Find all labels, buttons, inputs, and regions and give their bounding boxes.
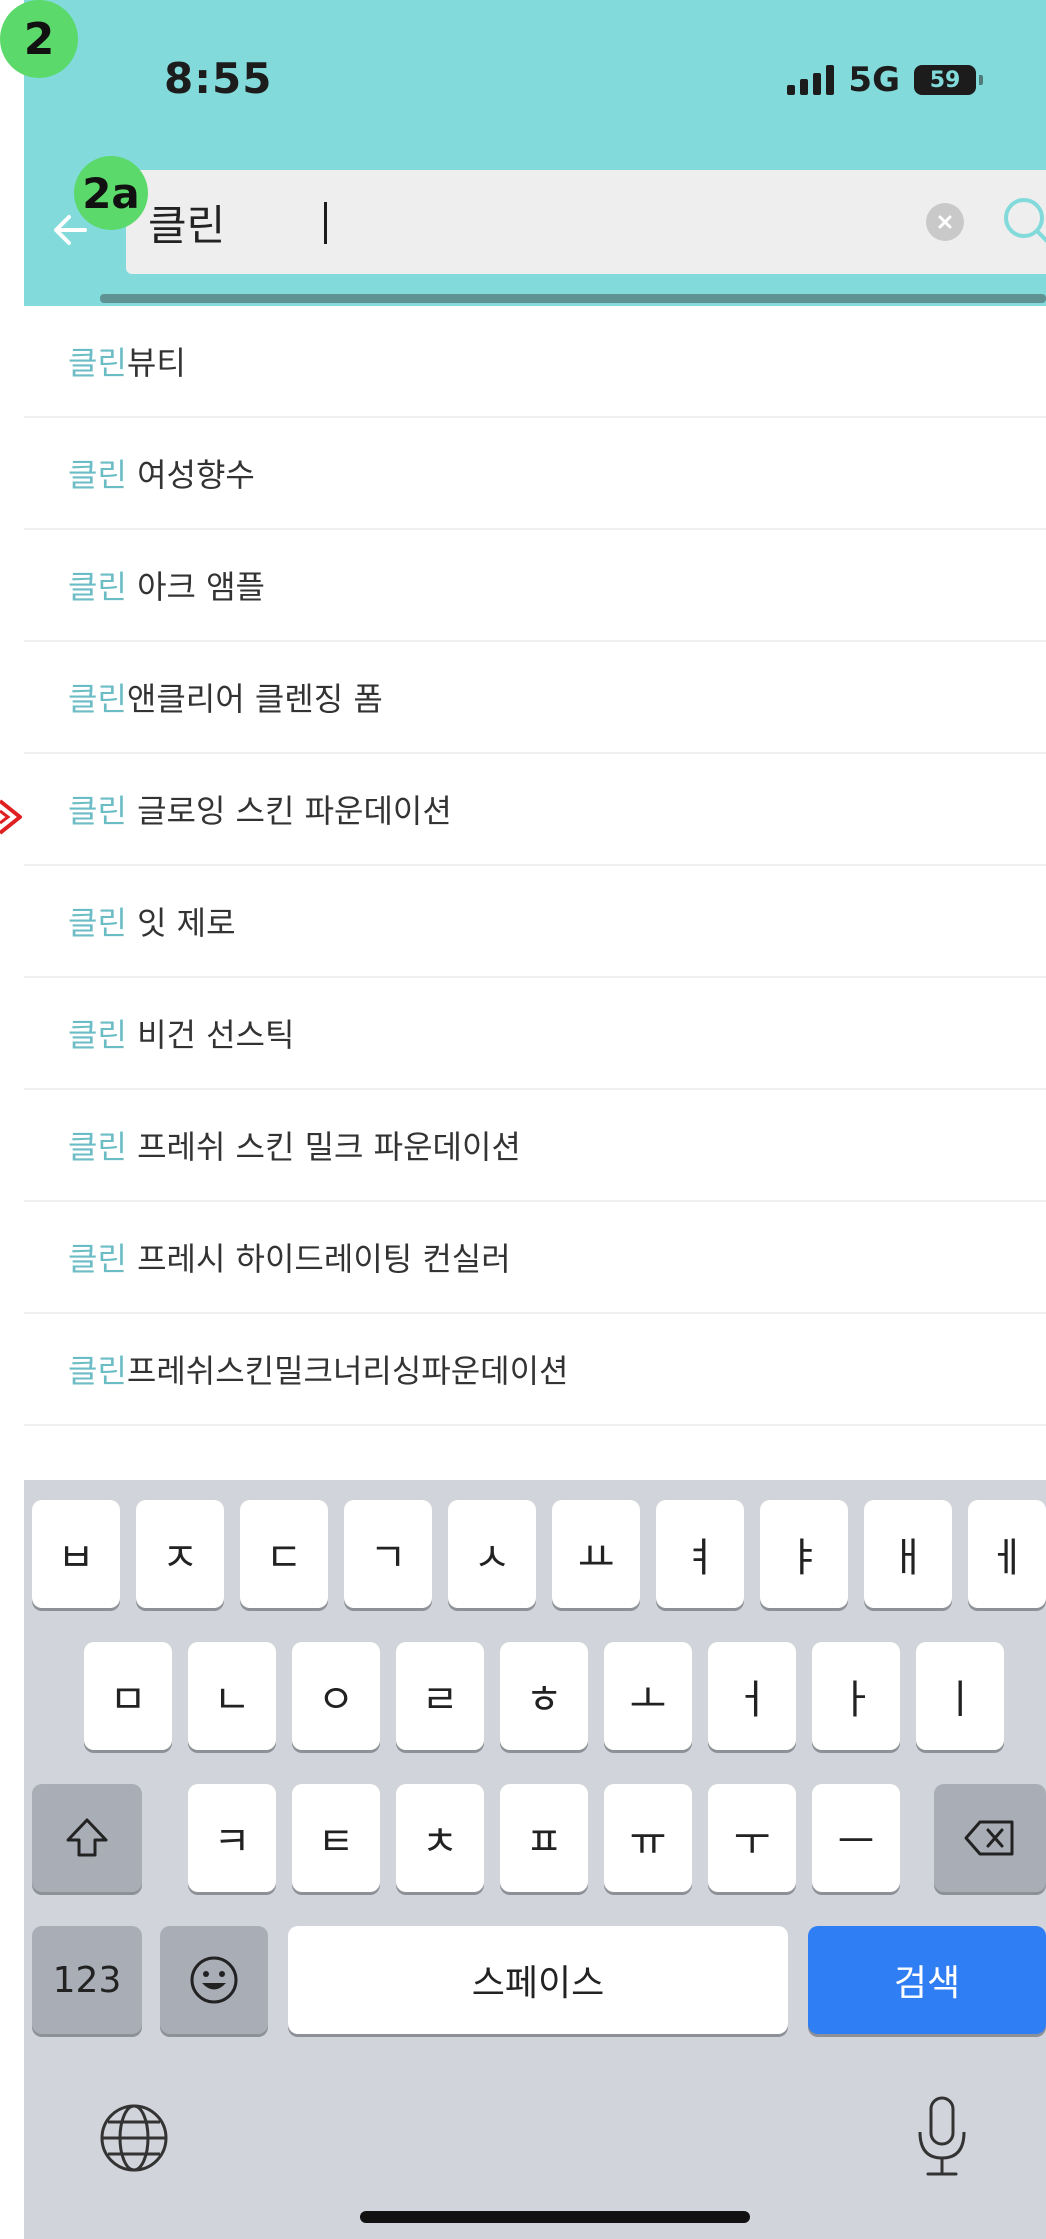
search-icon[interactable]: [998, 192, 1046, 252]
suggestion-text: 잇 제로: [126, 904, 236, 942]
delete-key[interactable]: [934, 1784, 1046, 1892]
annotation-arrow-icon: [0, 795, 26, 839]
key-row3[interactable]: ㅌ: [292, 1784, 380, 1892]
key-row3[interactable]: ㅡ: [812, 1784, 900, 1892]
status-time: 8:55: [164, 54, 273, 103]
key-row2[interactable]: ㅗ: [604, 1642, 692, 1750]
suggestion-list: 클린 뷰티 클린 여성향수 클린 아크 앰플 클린 앤클리어 클렌징 폼 클린 글로…: [24, 306, 1046, 1486]
key-row2[interactable]: ㅣ: [916, 1642, 1004, 1750]
phone-screen: 8:55 5G 59 클린 클린 뷰티 클린 여성향수 클린 아크 앰플 클린 …: [24, 0, 1046, 2239]
suggestion-item[interactable]: 클린 뷰티: [24, 306, 1046, 418]
suggestion-text: 앤클리어 클렌징 폼: [126, 680, 383, 718]
emoji-icon: [190, 1956, 238, 2004]
key-row2[interactable]: ㅏ: [812, 1642, 900, 1750]
key-row1[interactable]: ㅈ: [136, 1500, 224, 1608]
key-row2[interactable]: ㄴ: [188, 1642, 276, 1750]
microphone-icon[interactable]: [912, 2092, 972, 2182]
numbers-key[interactable]: 123: [32, 1926, 142, 2034]
signal-icon: [787, 65, 835, 95]
key-row1[interactable]: ㅂ: [32, 1500, 120, 1608]
shift-icon: [66, 1818, 108, 1857]
suggestion-match: 클린: [68, 456, 127, 494]
suggestion-match: 클린: [68, 1016, 127, 1054]
suggestion-match: 클린: [68, 1128, 127, 1166]
suggestion-text: 여성향수: [126, 456, 255, 494]
battery-icon: 59: [914, 65, 983, 95]
suggestion-text: 글로잉 스킨 파운데이션: [126, 792, 452, 830]
network-label: 5G: [848, 60, 900, 100]
suggestion-match: 클린: [68, 1240, 127, 1278]
key-row3[interactable]: ㅠ: [604, 1784, 692, 1892]
search-bar[interactable]: [126, 170, 1046, 274]
suggestion-match: 클린: [68, 568, 127, 606]
suggestion-text: 비건 선스틱: [126, 1016, 295, 1054]
key-row2[interactable]: ㅎ: [500, 1642, 588, 1750]
backspace-icon: [964, 1820, 1014, 1856]
status-indicators: 5G 59: [787, 60, 983, 100]
suggestion-item[interactable]: 클린 프레쉬 스킨 밀크 파운데이션: [24, 1090, 1046, 1202]
key-row2[interactable]: ㅁ: [84, 1642, 172, 1750]
key-row1[interactable]: ㅐ: [864, 1500, 952, 1608]
battery-level: 59: [929, 67, 961, 93]
key-row1[interactable]: ㅔ: [968, 1500, 1046, 1608]
key-row3[interactable]: ㅍ: [500, 1784, 588, 1892]
globe-icon[interactable]: [96, 2100, 172, 2176]
suggestion-match: 클린: [68, 344, 127, 382]
suggestion-item[interactable]: 클린 프레쉬스킨밀크너리싱파운데이션: [24, 1314, 1046, 1426]
suggestion-text: 프레시 하이드레이팅 컨실러: [126, 1240, 511, 1278]
suggestion-match: 클린: [68, 680, 127, 718]
suggestion-match: 클린: [68, 904, 127, 942]
clear-icon[interactable]: [926, 203, 964, 241]
suggestion-text: 뷰티: [126, 344, 186, 382]
key-row1[interactable]: ㅕ: [656, 1500, 744, 1608]
key-row2[interactable]: ㅓ: [708, 1642, 796, 1750]
key-row3[interactable]: ㅊ: [396, 1784, 484, 1892]
left-margin: [0, 0, 24, 2239]
space-key[interactable]: 스페이스: [288, 1926, 788, 2034]
search-input[interactable]: [148, 194, 848, 250]
key-row1[interactable]: ㅑ: [760, 1500, 848, 1608]
key-row1[interactable]: ㅅ: [448, 1500, 536, 1608]
suggestion-item[interactable]: 클린 비건 선스틱: [24, 978, 1046, 1090]
key-row1[interactable]: ㄱ: [344, 1500, 432, 1608]
suggestion-item[interactable]: 클린 글로잉 스킨 파운데이션: [24, 754, 1046, 866]
suggestion-text: 아크 앰플: [126, 568, 265, 606]
key-row2[interactable]: ㄹ: [396, 1642, 484, 1750]
suggestion-item[interactable]: 클린 여성향수: [24, 418, 1046, 530]
suggestion-text: 프레쉬스킨밀크너리싱파운데이션: [126, 1352, 569, 1390]
key-row1[interactable]: ㅛ: [552, 1500, 640, 1608]
suggestion-item[interactable]: 클린 잇 제로: [24, 866, 1046, 978]
suggestion-text: 프레쉬 스킨 밀크 파운데이션: [126, 1128, 521, 1166]
suggestion-match: 클린: [68, 792, 127, 830]
suggestion-item-partial[interactable]: [24, 1426, 1046, 1486]
text-caret: [324, 202, 327, 244]
key-row3[interactable]: ㅋ: [188, 1784, 276, 1892]
search-key[interactable]: 검색: [808, 1926, 1046, 2034]
keyboard: ㅂ ㅈ ㄷ ㄱ ㅅ ㅛ ㅕ ㅑ ㅐ ㅔ ㅁ ㄴ ㅇ ㄹ ㅎ ㅗ ㅓ ㅏ ㅣ ㅋ …: [24, 1480, 1046, 2239]
suggestion-match: 클린: [68, 1352, 127, 1390]
suggestion-item[interactable]: 클린 아크 앰플: [24, 530, 1046, 642]
shift-key[interactable]: [32, 1784, 142, 1892]
annotation-badge-search: 2a: [74, 156, 148, 230]
key-row3[interactable]: ㅜ: [708, 1784, 796, 1892]
key-row1[interactable]: ㄷ: [240, 1500, 328, 1608]
home-indicator: [360, 2211, 750, 2223]
key-row2[interactable]: ㅇ: [292, 1642, 380, 1750]
search-header: 8:55 5G 59: [24, 0, 1046, 306]
suggestion-item[interactable]: 클린 앤클리어 클렌징 폼: [24, 642, 1046, 754]
suggestion-item[interactable]: 클린 프레시 하이드레이팅 컨실러: [24, 1202, 1046, 1314]
search-underline: [100, 294, 1046, 303]
annotation-badge: 2: [0, 0, 78, 78]
emoji-key[interactable]: [160, 1926, 268, 2034]
